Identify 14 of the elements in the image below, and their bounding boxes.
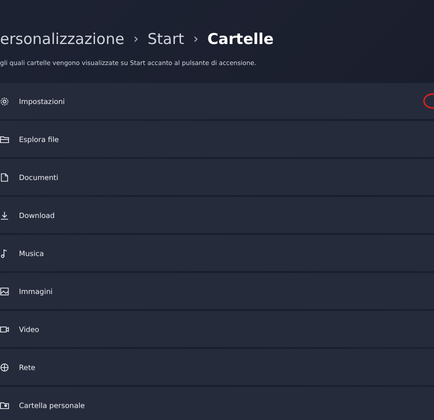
download-icon bbox=[0, 210, 9, 220]
document-icon bbox=[0, 172, 9, 182]
breadcrumb-separator: › bbox=[193, 32, 198, 46]
globe-icon bbox=[0, 362, 9, 372]
folder-icon bbox=[0, 134, 9, 144]
breadcrumb-separator: › bbox=[133, 32, 139, 46]
breadcrumb-item[interactable]: Start bbox=[148, 30, 184, 48]
image-icon bbox=[0, 286, 9, 296]
breadcrumb-item: Cartelle bbox=[207, 30, 274, 48]
music-note-icon bbox=[0, 248, 9, 258]
breadcrumb-item[interactable]: ersonalizzazione bbox=[0, 30, 124, 48]
gear-icon bbox=[0, 96, 9, 106]
person-folder-icon bbox=[0, 400, 9, 410]
video-camera-icon bbox=[0, 324, 9, 334]
